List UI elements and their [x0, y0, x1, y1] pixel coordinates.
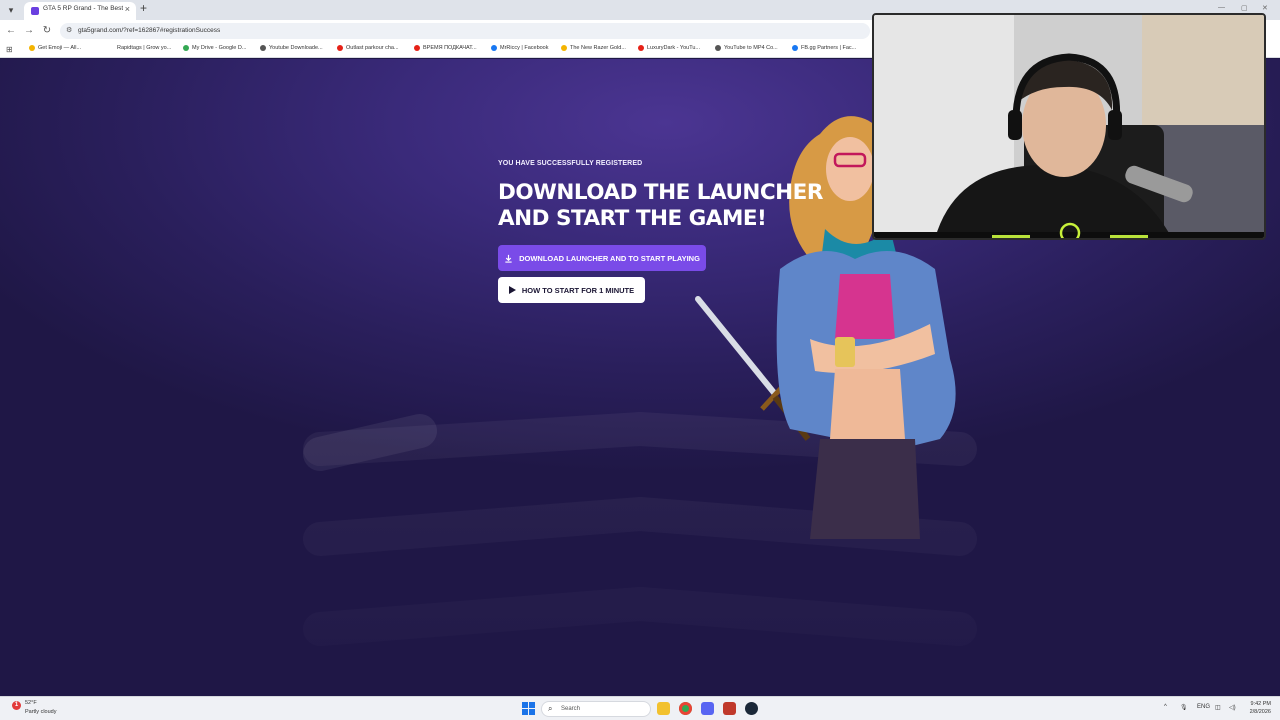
bookmark-favicon-icon	[337, 45, 343, 51]
bookmark-item[interactable]: Outlast parkour cha...	[337, 45, 399, 51]
site-favicon-icon	[31, 7, 39, 15]
close-window-icon[interactable]: ✕	[1262, 4, 1268, 12]
download-launcher-label: DOWNLOAD LAUNCHER AND TO START PLAYING	[519, 253, 700, 263]
bookmark-item[interactable]: MrRiccy | Facebook	[491, 45, 549, 51]
back-icon[interactable]: ←	[4, 24, 18, 38]
bookmark-favicon-icon	[638, 45, 644, 51]
clock-date: 2/8/2026	[1249, 709, 1271, 715]
bookmark-item[interactable]: Youtube Downloade...	[260, 45, 323, 51]
url-text: gta5grand.com/?ref=162867#registrationSu…	[78, 26, 221, 34]
how-to-start-button[interactable]: HOW TO START FOR 1 MINUTE	[498, 277, 645, 303]
tab-title: GTA 5 RP Grand - The Best GTA	[43, 5, 123, 12]
weather-alert-icon[interactable]: 1	[12, 701, 21, 710]
app-icon[interactable]	[723, 702, 736, 715]
download-icon	[505, 254, 512, 263]
weather-description: Partly cloudy	[25, 709, 57, 715]
forward-icon[interactable]: →	[22, 24, 36, 38]
weather-temperature: 52°F	[25, 700, 37, 706]
bookmark-item[interactable]: FB.gg Partners | Fac...	[792, 45, 856, 51]
bookmark-favicon-icon	[183, 45, 189, 51]
language-indicator[interactable]: ENG	[1197, 704, 1210, 710]
webcam-overlay	[872, 13, 1266, 240]
chrome-icon[interactable]	[679, 702, 692, 715]
bookmark-favicon-icon	[491, 45, 497, 51]
network-icon[interactable]: ◫	[1215, 704, 1221, 711]
bottom-fade	[0, 436, 1280, 696]
site-info-icon[interactable]: ⚙	[66, 26, 72, 34]
bookmark-favicon-icon	[414, 45, 420, 51]
headline-line-2: AND START THE GAME!	[498, 206, 767, 231]
microphone-icon[interactable]: 🎙	[1180, 704, 1188, 711]
bookmark-item[interactable]: ВРЕМЯ ПОДКАЧАТ...	[414, 45, 477, 51]
bookmark-favicon-icon	[561, 45, 567, 51]
discord-icon[interactable]	[701, 702, 714, 715]
bookmark-favicon-icon	[260, 45, 266, 51]
file-explorer-icon[interactable]	[657, 702, 670, 715]
steam-icon[interactable]	[745, 702, 758, 715]
search-placeholder: Search	[561, 705, 581, 712]
bookmark-item[interactable]: YouTube to MP4 Co...	[715, 45, 778, 51]
bookmark-favicon-icon	[108, 45, 114, 51]
how-to-start-label: HOW TO START FOR 1 MINUTE	[521, 285, 635, 295]
taskbar-search[interactable]: ⌕ Search	[541, 701, 651, 717]
show-hidden-icons-chevron-icon[interactable]: ^	[1164, 704, 1167, 710]
system-clock[interactable]: 9:42 PM 2/8/2026	[1243, 700, 1271, 716]
bookmark-favicon-icon	[792, 45, 798, 51]
bookmark-item[interactable]: Rapidtags | Grow yo...	[108, 45, 171, 51]
bookmark-item[interactable]: The New Razer Gold...	[561, 45, 626, 51]
page-title: DOWNLOAD THE LAUNCHER AND START THE GAME…	[498, 180, 823, 232]
bookmark-item[interactable]: My Drive - Google D...	[183, 45, 246, 51]
download-launcher-button[interactable]: DOWNLOAD LAUNCHER AND TO START PLAYING	[498, 245, 706, 271]
taskbar: 1 52°F Partly cloudy ⌕ Search ^ 🎙 ENG ◫ …	[0, 696, 1280, 720]
headline-line-1: DOWNLOAD THE LAUNCHER	[498, 180, 823, 205]
volume-icon[interactable]: ◁)	[1229, 704, 1236, 711]
clock-time: 9:42 PM	[1250, 701, 1271, 707]
maximize-icon[interactable]: ▢	[1241, 4, 1248, 12]
browser-tab[interactable]: GTA 5 RP Grand - The Best GTA ×	[24, 2, 136, 20]
tab-close-icon[interactable]: ×	[125, 4, 130, 14]
reload-icon[interactable]: ↻	[40, 24, 54, 38]
search-icon: ⌕	[548, 704, 553, 713]
play-icon	[508, 286, 516, 294]
windows-start-icon[interactable]	[522, 702, 535, 715]
bookmark-item[interactable]: LuxuryDark - YouTu...	[638, 45, 700, 51]
address-bar[interactable]: ⚙ gta5grand.com/?ref=162867#registration…	[60, 23, 870, 39]
apps-grid-icon[interactable]: ⊞	[6, 45, 13, 54]
tab-search-icon[interactable]: ▾	[4, 3, 18, 17]
bookmark-item[interactable]: Get Emoji — All...	[29, 45, 81, 51]
registration-success-text: YOU HAVE SUCCESSFULLY REGISTERED	[498, 160, 643, 167]
new-tab-icon[interactable]: +	[140, 1, 147, 15]
webcam-feed	[874, 15, 1264, 238]
bookmark-favicon-icon	[29, 45, 35, 51]
bookmark-favicon-icon	[715, 45, 721, 51]
minimize-icon[interactable]: —	[1218, 4, 1225, 11]
